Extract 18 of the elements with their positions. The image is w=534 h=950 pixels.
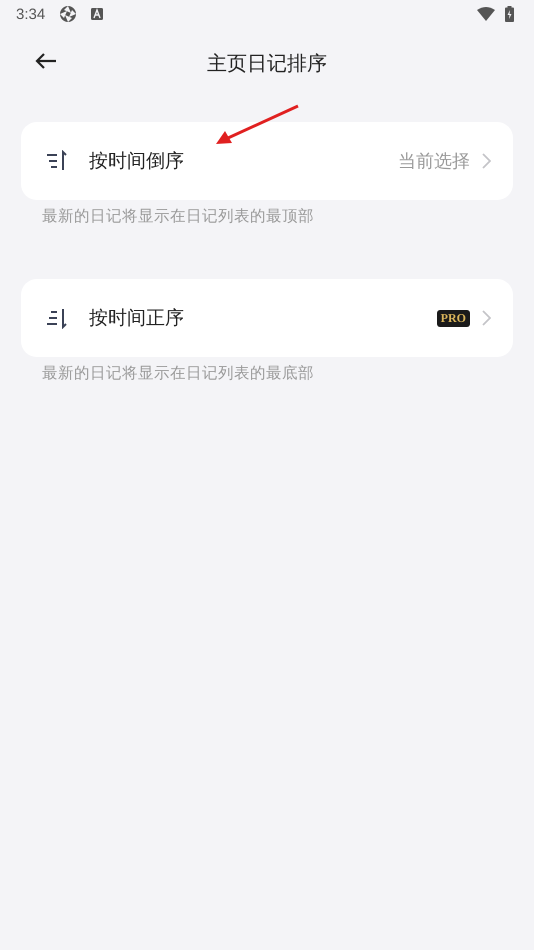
app-icon bbox=[59, 5, 78, 23]
battery-icon bbox=[505, 6, 514, 22]
sort-descending-icon bbox=[45, 150, 69, 172]
chevron-right-icon bbox=[482, 153, 491, 169]
option-label: 按时间正序 bbox=[89, 306, 185, 331]
option-description: 最新的日记将显示在日记列表的最顶部 bbox=[42, 206, 315, 227]
sort-ascending-icon bbox=[45, 307, 69, 329]
option-label: 按时间倒序 bbox=[89, 149, 185, 174]
option-description: 最新的日记将显示在日记列表的最底部 bbox=[42, 363, 315, 384]
status-time: 3:34 bbox=[16, 6, 46, 22]
notification-icon bbox=[91, 8, 104, 20]
sort-option[interactable]: 按时间正序 PRO bbox=[21, 279, 513, 357]
sort-option[interactable]: 按时间倒序 当前选择 bbox=[21, 122, 513, 200]
current-selection-label: 当前选择 bbox=[398, 150, 470, 173]
chevron-right-icon bbox=[482, 310, 491, 326]
wifi-icon bbox=[477, 7, 495, 21]
page-title: 主页日记排序 bbox=[207, 50, 327, 76]
pro-badge: PRO bbox=[436, 310, 470, 326]
